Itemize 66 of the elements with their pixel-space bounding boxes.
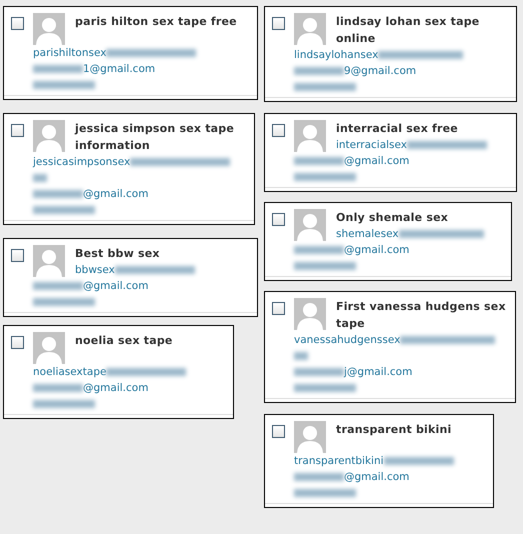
- blurred-text: [294, 83, 356, 92]
- blurred-text: [294, 246, 344, 254]
- checkbox[interactable]: [11, 124, 24, 137]
- comment-author: Only shemale sex: [336, 210, 450, 226]
- author-url[interactable]: jessicasimpsonsex: [33, 156, 130, 168]
- checkbox[interactable]: [272, 17, 285, 30]
- blurred-text: [294, 262, 356, 270]
- checkbox[interactable]: [11, 17, 24, 30]
- blurred-text: [294, 173, 356, 182]
- blurred-text: [294, 157, 344, 166]
- comment-author: paris hilton sex tape free: [75, 14, 238, 30]
- blurred-text: [33, 384, 83, 392]
- avatar-icon: [33, 13, 65, 45]
- author-email[interactable]: @gmail.com: [344, 471, 410, 483]
- blurred-text: [294, 67, 344, 76]
- author-url[interactable]: interracialsex: [336, 139, 408, 151]
- avatar-icon: [294, 120, 326, 152]
- author-url[interactable]: shemalesex: [336, 228, 399, 240]
- author-url[interactable]: bbwsex: [75, 264, 115, 276]
- author-email[interactable]: @gmail.com: [83, 382, 148, 394]
- checkbox[interactable]: [272, 302, 285, 315]
- blurred-text: [294, 473, 344, 482]
- checkbox[interactable]: [272, 124, 285, 137]
- author-url[interactable]: transparentbikini: [294, 455, 384, 467]
- blurred-text: [294, 368, 344, 376]
- author-email[interactable]: j@gmail.com: [344, 366, 412, 378]
- blurred-text: [33, 65, 83, 74]
- author-url[interactable]: lindsaylohansex: [294, 49, 378, 61]
- author-email[interactable]: @gmail.com: [83, 280, 148, 292]
- blurred-text: [33, 81, 95, 90]
- avatar-icon: [33, 245, 65, 277]
- blurred-text: [33, 206, 95, 214]
- author-email[interactable]: 9@gmail.com: [344, 65, 416, 77]
- avatar-icon: [294, 209, 326, 241]
- comment-author: First vanessa hudgens sex tape: [336, 299, 507, 332]
- comment-author: noelia sex tape: [75, 333, 174, 349]
- author-email[interactable]: 1@gmail.com: [83, 63, 156, 75]
- author-email[interactable]: @gmail.com: [344, 155, 410, 167]
- author-email[interactable]: @gmail.com: [344, 244, 410, 256]
- blurred-text: [294, 384, 356, 392]
- comment-author: transparent bikini: [336, 422, 453, 438]
- blurred-text: [294, 352, 308, 360]
- avatar-icon: [33, 120, 65, 152]
- comment-author: jessica simpson sex tape information: [75, 121, 236, 154]
- comment-author: lindsay lohan sex tape online: [336, 14, 480, 47]
- avatar-icon: [294, 421, 326, 453]
- checkbox[interactable]: [272, 425, 285, 438]
- author-url[interactable]: parishiltonsex: [33, 47, 106, 59]
- blurred-text: [33, 190, 83, 198]
- blurred-text: [33, 174, 47, 182]
- author-url[interactable]: vanessahudgenssex: [294, 334, 400, 346]
- avatar-icon: [33, 332, 65, 364]
- blurred-text: [33, 400, 95, 408]
- checkbox[interactable]: [11, 249, 24, 262]
- comment-author: Best bbw sex: [75, 246, 161, 262]
- blurred-text: [294, 489, 356, 498]
- checkbox[interactable]: [272, 213, 285, 226]
- author-email[interactable]: @gmail.com: [83, 188, 148, 200]
- avatar-icon: [294, 13, 326, 45]
- blurred-text: [33, 298, 95, 306]
- checkbox[interactable]: [11, 336, 24, 349]
- comment-author: interracial sex free: [336, 121, 459, 137]
- author-url[interactable]: noeliasextape: [33, 366, 106, 378]
- blurred-text: [33, 282, 83, 290]
- avatar-icon: [294, 298, 326, 330]
- blurred-text: [384, 457, 454, 466]
